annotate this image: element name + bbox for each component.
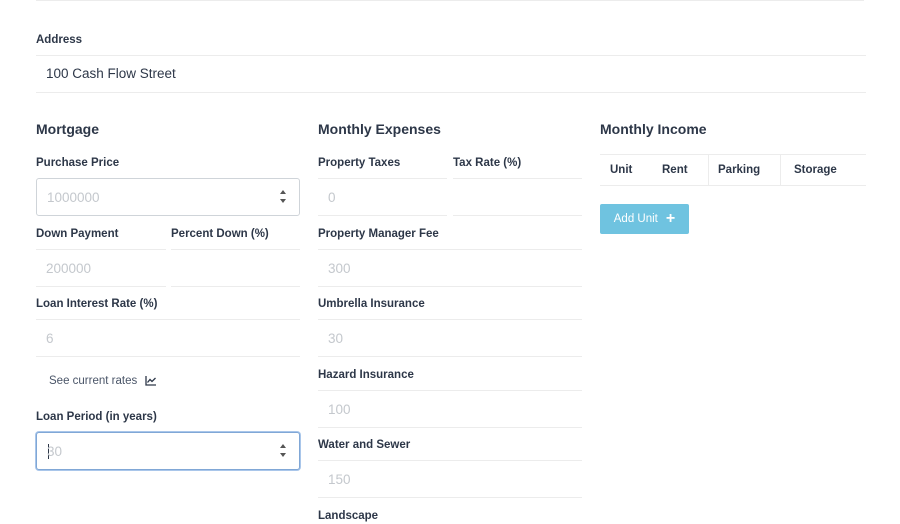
mortgage-title: Mortgage	[36, 121, 99, 137]
column-header-storage: Storage	[794, 164, 837, 176]
tax-rate-input[interactable]	[453, 178, 582, 216]
manager-fee-value: 300	[328, 261, 351, 276]
hazard-insurance-label: Hazard Insurance	[318, 369, 414, 381]
umbrella-insurance-input[interactable]: 30	[318, 319, 582, 357]
umbrella-insurance-label: Umbrella Insurance	[318, 298, 425, 310]
hazard-insurance-value: 100	[328, 402, 351, 417]
add-unit-button[interactable]: Add Unit +	[600, 204, 689, 234]
loan-period-label: Loan Period (in years)	[36, 411, 157, 423]
interest-rate-label: Loan Interest Rate (%)	[36, 298, 158, 310]
property-taxes-label: Property Taxes	[318, 157, 401, 169]
down-payment-input[interactable]: 200000	[36, 249, 166, 287]
water-sewer-value: 150	[328, 472, 351, 487]
add-unit-label: Add Unit	[613, 213, 658, 225]
chart-line-icon	[145, 376, 157, 386]
income-table-header: Unit Rent Parking Storage	[600, 154, 866, 186]
loan-period-spinner-icon[interactable]	[279, 443, 287, 459]
down-payment-label: Down Payment	[36, 228, 119, 240]
loan-period-input[interactable]: 30	[36, 432, 300, 470]
expenses-title: Monthly Expenses	[318, 121, 441, 137]
purchase-price-input[interactable]: 1000000	[36, 178, 300, 216]
column-header-parking: Parking	[718, 164, 761, 176]
manager-fee-label: Property Manager Fee	[318, 228, 439, 240]
column-divider	[708, 155, 709, 185]
landscape-label: Landscape	[318, 510, 379, 522]
column-divider	[780, 155, 781, 185]
water-sewer-input[interactable]: 150	[318, 460, 582, 498]
see-rates-label: See current rates	[49, 375, 138, 387]
property-taxes-value: 0	[328, 190, 336, 205]
down-payment-value: 200000	[46, 261, 92, 276]
column-header-rent: Rent	[662, 164, 688, 176]
percent-down-label: Percent Down (%)	[171, 228, 269, 240]
manager-fee-input[interactable]: 300	[318, 249, 582, 287]
percent-down-input[interactable]	[171, 249, 300, 287]
address-label: Address	[36, 34, 83, 46]
purchase-price-label: Purchase Price	[36, 157, 120, 169]
address-input[interactable]: 100 Cash Flow Street	[36, 55, 866, 93]
tax-rate-label: Tax Rate (%)	[453, 157, 522, 169]
loan-period-value: 30	[47, 444, 63, 459]
purchase-price-value: 1000000	[47, 190, 100, 205]
income-title: Monthly Income	[600, 121, 707, 137]
hazard-insurance-input[interactable]: 100	[318, 390, 582, 428]
purchase-price-spinner-icon[interactable]	[279, 189, 287, 205]
interest-rate-value: 6	[46, 331, 54, 346]
column-header-unit: Unit	[610, 164, 633, 176]
property-taxes-input[interactable]: 0	[318, 178, 447, 216]
umbrella-insurance-value: 30	[328, 331, 344, 346]
water-sewer-label: Water and Sewer	[318, 439, 411, 451]
see-rates-link[interactable]: See current rates	[49, 375, 157, 387]
plus-icon: +	[665, 210, 676, 227]
top-divider	[36, 0, 864, 1]
address-value: 100 Cash Flow Street	[46, 66, 176, 81]
interest-rate-input[interactable]: 6	[36, 319, 300, 357]
